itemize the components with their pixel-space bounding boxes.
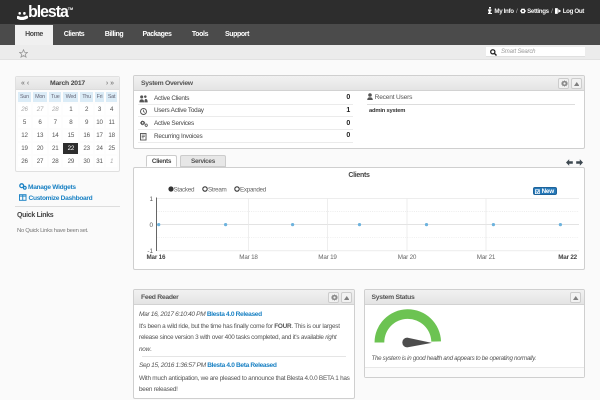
- svg-text:0: 0: [149, 222, 153, 229]
- svg-text:Mar 20: Mar 20: [398, 254, 417, 261]
- svg-text:Mar 18: Mar 18: [239, 254, 258, 261]
- svg-text:1: 1: [149, 196, 153, 203]
- svg-text:Mar 21: Mar 21: [477, 254, 496, 261]
- svg-text:Mar 19: Mar 19: [318, 254, 337, 261]
- svg-text:Mar 22: Mar 22: [558, 254, 577, 261]
- svg-text:Mar 16: Mar 16: [147, 254, 166, 261]
